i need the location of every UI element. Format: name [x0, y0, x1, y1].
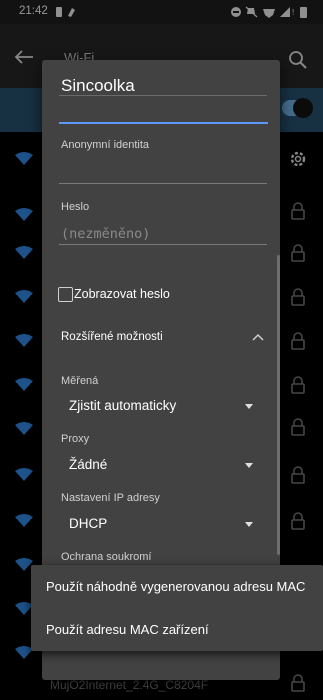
show-password-label[interactable]: Zobrazovat heslo: [74, 287, 170, 301]
proxy-select[interactable]: Žádné: [69, 457, 107, 472]
caret-down-icon[interactable]: [245, 463, 253, 468]
caret-down-icon[interactable]: [245, 404, 253, 409]
show-password-checkbox[interactable]: [58, 287, 73, 302]
password-underline: [59, 244, 267, 245]
anon-identity-label: Anonymní identita: [61, 139, 150, 151]
menu-item-device-mac[interactable]: Použít adresu MAC zařízení: [46, 622, 209, 637]
metered-label: Měřená: [61, 375, 99, 387]
identity-input[interactable]: [59, 122, 268, 124]
mac-address-menu: [31, 565, 323, 651]
proxy-label: Proxy: [61, 433, 90, 445]
advanced-options-toggle[interactable]: Rozšířené možnosti: [61, 331, 163, 343]
privacy-label: Ochrana soukromí: [61, 551, 152, 563]
chevron-up-icon[interactable]: [252, 333, 264, 341]
metered-select[interactable]: Zjistit automaticky: [69, 398, 176, 413]
dialog-scrollbar[interactable]: [277, 255, 280, 555]
password-input[interactable]: (nezměněno): [61, 226, 150, 242]
anon-identity-input[interactable]: [59, 183, 267, 184]
password-label: Heslo: [61, 201, 90, 213]
divider: [59, 95, 267, 96]
dialog-title: Sincoolka: [61, 76, 135, 95]
ip-settings-label: Nastavení IP adresy: [61, 492, 160, 504]
menu-item-random-mac[interactable]: Použít náhodně vygenerovanou adresu MAC: [46, 579, 305, 594]
ip-settings-select[interactable]: DHCP: [69, 516, 107, 531]
caret-down-icon[interactable]: [245, 522, 253, 527]
